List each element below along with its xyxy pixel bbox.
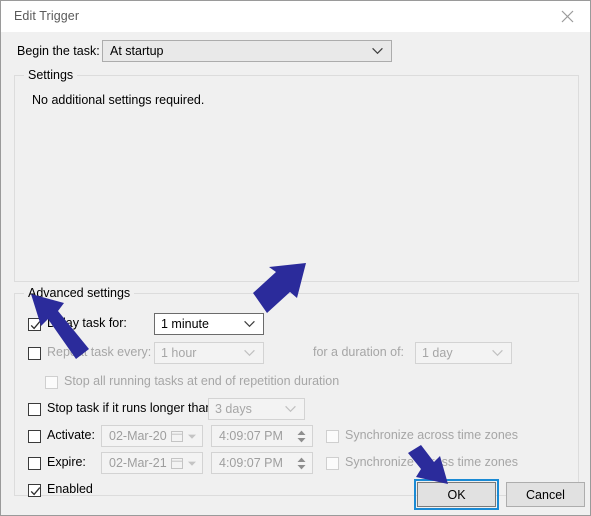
stop-task-longer-select: 3 days: [208, 398, 305, 420]
chevron-down-icon: [372, 47, 383, 55]
stop-task-longer-checkbox[interactable]: [28, 403, 41, 416]
begin-task-value: At startup: [110, 44, 164, 58]
expire-label: Expire:: [47, 455, 86, 469]
calendar-icon: [171, 458, 183, 469]
activate-checkbox[interactable]: [28, 430, 41, 443]
enabled-label: Enabled: [47, 482, 93, 496]
delay-task-label: Delay task for:: [47, 316, 127, 330]
chevron-down-icon: [188, 434, 196, 439]
checkmark-icon: [30, 321, 41, 330]
repeat-task-select: 1 hour: [154, 342, 264, 364]
cancel-button-label: Cancel: [526, 487, 565, 502]
chevron-down-icon: [188, 461, 196, 466]
calendar-icon: [171, 431, 183, 442]
dialog-client-area: Begin the task: At startup Settings No a…: [1, 32, 590, 515]
repeat-duration-value: 1 day: [422, 346, 453, 360]
settings-group-caption: Settings: [24, 68, 78, 82]
repeat-duration-select: 1 day: [415, 342, 512, 364]
chevron-down-icon: [244, 349, 255, 357]
chevron-down-icon: [285, 405, 296, 413]
begin-task-row: Begin the task: At startup: [1, 40, 590, 64]
repeat-task-value: 1 hour: [161, 346, 197, 360]
enabled-checkbox[interactable]: [28, 484, 41, 497]
delay-task-checkbox[interactable]: [28, 318, 41, 331]
activate-time-value: 4:09:07 PM: [219, 429, 283, 443]
expire-time-value: 4:09:07 PM: [219, 456, 283, 470]
expire-sync-timezone-checkbox: [326, 457, 339, 470]
chevron-down-icon: [244, 320, 255, 328]
stop-all-running-tasks-checkbox: [45, 376, 58, 389]
begin-task-select[interactable]: At startup: [102, 40, 392, 62]
cancel-button[interactable]: Cancel: [506, 482, 585, 507]
title-bar: Edit Trigger: [1, 1, 590, 32]
edit-trigger-dialog: Edit Trigger Begin the task: At startup …: [0, 0, 591, 516]
close-icon: [561, 10, 573, 22]
checkmark-icon: [30, 487, 41, 496]
ok-button[interactable]: OK: [414, 479, 499, 510]
repeat-duration-label: for a duration of:: [313, 345, 405, 359]
expire-time-field: 4:09:07 PM: [211, 452, 313, 474]
stop-task-longer-label: Stop task if it runs longer than:: [47, 401, 216, 415]
begin-task-label: Begin the task:: [17, 44, 100, 58]
expire-date-field: 02-Mar-21: [101, 452, 203, 474]
repeat-task-checkbox[interactable]: [28, 347, 41, 360]
advanced-settings-groupbox: Advanced settings Delay task for: 1 minu…: [14, 286, 579, 497]
spinner-icon: [297, 430, 306, 443]
delay-task-value: 1 minute: [161, 317, 209, 331]
activate-time-field: 4:09:07 PM: [211, 425, 313, 447]
settings-note-text: No additional settings required.: [32, 93, 205, 107]
delay-task-select[interactable]: 1 minute: [154, 313, 264, 335]
stop-all-running-tasks-label: Stop all running tasks at end of repetit…: [64, 374, 340, 388]
advanced-group-caption: Advanced settings: [24, 286, 135, 300]
close-button[interactable]: [544, 1, 590, 31]
window-title: Edit Trigger: [14, 9, 80, 23]
activate-sync-timezone-label: Synchronize across time zones: [345, 428, 518, 442]
chevron-down-icon: [492, 349, 503, 357]
repeat-task-label: Repeat task every:: [47, 345, 152, 359]
expire-checkbox[interactable]: [28, 457, 41, 470]
stop-task-longer-value: 3 days: [215, 402, 252, 416]
spinner-icon: [297, 457, 306, 470]
activate-sync-timezone-checkbox: [326, 430, 339, 443]
ok-button-label: OK: [447, 487, 466, 502]
activate-date-field: 02-Mar-20: [101, 425, 203, 447]
activate-date-value: 02-Mar-20: [109, 429, 167, 443]
expire-date-value: 02-Mar-21: [109, 456, 167, 470]
settings-groupbox: Settings No additional settings required…: [14, 68, 579, 282]
activate-label: Activate:: [47, 428, 95, 442]
expire-sync-timezone-label: Synchronize across time zones: [345, 455, 518, 469]
